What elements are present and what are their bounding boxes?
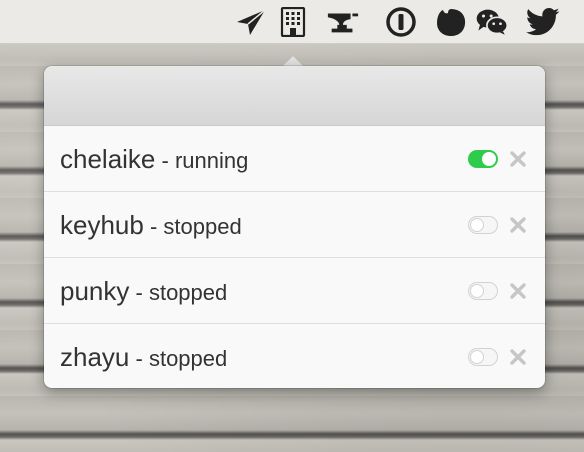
toggle-knob: [470, 350, 484, 364]
process-popover: chelaike - running keyhub - stopped punky …: [44, 66, 545, 388]
twitter-icon[interactable]: [526, 6, 560, 38]
process-label: punky - stopped: [60, 276, 227, 307]
process-separator: -: [143, 214, 164, 239]
process-toggle[interactable]: [468, 348, 498, 366]
remove-process-button[interactable]: [508, 215, 528, 235]
process-name: punky: [60, 276, 130, 306]
popover-header: [44, 66, 545, 126]
process-toggle[interactable]: [468, 149, 498, 168]
process-name: chelaike: [60, 144, 156, 174]
process-separator: -: [129, 280, 149, 305]
wechat-icon[interactable]: [475, 6, 509, 38]
close-icon: [510, 282, 526, 299]
toggle-knob: [470, 283, 484, 298]
anvil-icon[interactable]: [326, 6, 360, 38]
process-status: running: [174, 148, 249, 173]
process-label: keyhub - stopped: [60, 210, 242, 241]
toggle-knob: [482, 151, 496, 166]
process-row: keyhub - stopped: [44, 192, 545, 258]
process-label: zhayu - stopped: [60, 342, 227, 373]
building-icon[interactable]: [276, 6, 310, 38]
process-name: zhayu: [60, 342, 130, 372]
toggle-knob: [470, 217, 484, 232]
remove-process-button[interactable]: [508, 347, 528, 367]
close-icon: [510, 216, 526, 233]
process-status: stopped: [148, 346, 228, 371]
send-icon[interactable]: [234, 6, 268, 38]
blob-icon[interactable]: [434, 6, 468, 38]
process-row: zhayu - stopped: [44, 324, 545, 388]
process-name: keyhub: [60, 210, 144, 240]
process-toggle[interactable]: [468, 215, 498, 234]
remove-process-button[interactable]: [508, 149, 528, 169]
remove-process-button[interactable]: [508, 281, 528, 301]
process-status: stopped: [148, 280, 228, 305]
process-toggle[interactable]: [468, 281, 498, 300]
process-separator: -: [129, 346, 149, 371]
close-icon: [510, 150, 526, 167]
process-row: punky - stopped: [44, 258, 545, 324]
process-separator: -: [155, 148, 175, 173]
close-icon: [510, 349, 526, 365]
process-status: stopped: [163, 214, 242, 239]
1password-icon[interactable]: [384, 6, 418, 38]
process-list: chelaike - running keyhub - stopped punky …: [44, 126, 545, 388]
process-row: chelaike - running: [44, 126, 545, 192]
menu-bar: [0, 0, 584, 44]
process-label: chelaike - running: [60, 144, 248, 175]
